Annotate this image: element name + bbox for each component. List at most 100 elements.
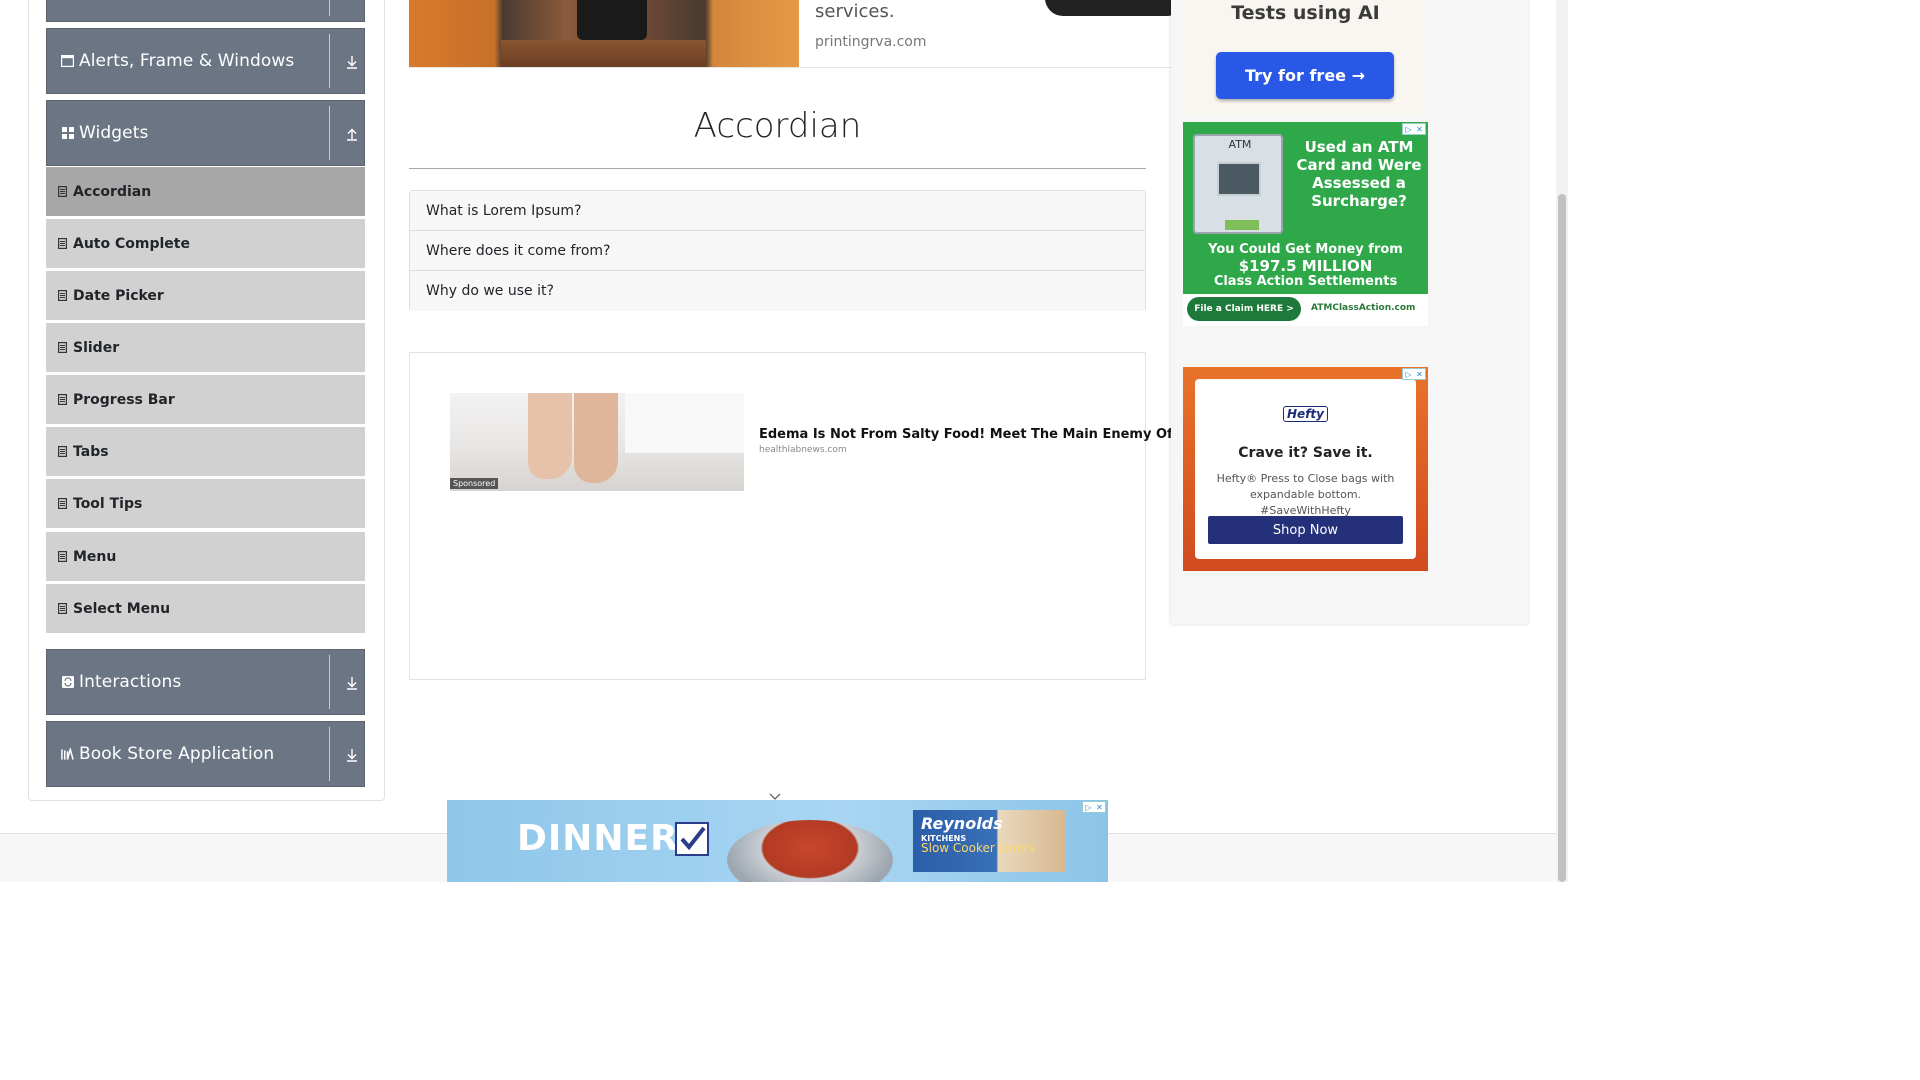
atm-label: ATM bbox=[1228, 138, 1252, 151]
sidebar-item-date-picker[interactable]: Date Picker bbox=[46, 270, 365, 320]
sidebar-item-select-menu[interactable]: Select Menu bbox=[46, 583, 365, 633]
close-icon[interactable]: ✕ bbox=[1414, 369, 1425, 379]
group-separator bbox=[329, 655, 330, 709]
product-name: Slow Cooker Liners bbox=[921, 841, 1035, 855]
adchoices-icon[interactable]: ▷ ✕ bbox=[1082, 801, 1106, 813]
sidebar-group-label: Alerts, Frame & Windows bbox=[79, 51, 295, 71]
ad-floor-graphic bbox=[501, 40, 706, 67]
ad-leg-graphic bbox=[574, 393, 618, 483]
atm-ad-money: You Could Get Money from $197.5 MILLION … bbox=[1183, 242, 1428, 290]
group-separator bbox=[329, 0, 330, 16]
atm-ad-site: ATMClassAction.com bbox=[1311, 303, 1416, 313]
try-for-free-button[interactable]: Try for free → bbox=[1216, 52, 1394, 99]
ad-wall-graphic bbox=[625, 393, 744, 453]
sidebar-item-accordian[interactable]: Accordian bbox=[46, 166, 365, 216]
ad-image bbox=[409, 0, 799, 67]
bottom-sticky-ad[interactable]: DINNER. Reynolds KITCHENS Slow Cooker Li… bbox=[447, 800, 1108, 882]
atm-ad-headline: Used an ATM Card and Were Assessed a Sur… bbox=[1296, 138, 1422, 210]
top-ad-banner[interactable]: services. printingrva.com bbox=[409, 0, 1171, 68]
close-icon[interactable]: ✕ bbox=[1414, 124, 1425, 134]
group-separator bbox=[329, 106, 330, 160]
ad-leg-graphic bbox=[528, 393, 572, 479]
list-doc-icon bbox=[58, 446, 67, 457]
sidebar-item-progress-bar[interactable]: Progress Bar bbox=[46, 374, 365, 424]
accordion-header-1[interactable]: What is Lorem Ipsum? bbox=[410, 191, 1145, 231]
sidebar-group-elements[interactable] bbox=[46, 0, 365, 22]
sidebar-group-widgets[interactable]: Widgets bbox=[46, 100, 365, 166]
ad-text: services. bbox=[815, 1, 895, 22]
sidebar-item-label: Select Menu bbox=[73, 600, 171, 617]
list-doc-icon bbox=[58, 186, 67, 197]
atm-money-amount: $197.5 MILLION bbox=[1238, 257, 1373, 275]
adchoices-icon[interactable]: ▷ ✕ bbox=[1402, 123, 1426, 135]
sidebar-group-label: Book Store Application bbox=[79, 744, 275, 764]
product-brand-name: Reynolds bbox=[921, 814, 1003, 833]
book-icon bbox=[61, 747, 74, 761]
sidebar-group-label: Widgets bbox=[79, 123, 149, 143]
list-doc-icon bbox=[58, 342, 67, 353]
sidebar-item-label: Menu bbox=[73, 548, 117, 565]
adchoices-play-icon: ▷ bbox=[1405, 370, 1412, 379]
download-arrow-icon[interactable] bbox=[345, 744, 359, 766]
native-ad-image bbox=[450, 393, 744, 491]
ai-testing-ad[interactable]: Tests using AI Try for free → bbox=[1183, 0, 1428, 115]
list-doc-icon bbox=[58, 238, 67, 249]
chevron-down-icon[interactable] bbox=[768, 786, 782, 800]
upload-arrow-icon[interactable] bbox=[345, 123, 359, 145]
sidebar-item-label: Slider bbox=[73, 339, 120, 356]
vertical-scrollbar[interactable] bbox=[1556, 0, 1568, 882]
checkbox-graphic-icon bbox=[675, 822, 709, 856]
file-claim-button[interactable]: File a Claim HERE > bbox=[1187, 297, 1301, 321]
sidebar-item-label: Progress Bar bbox=[73, 391, 175, 408]
accordion-header-3[interactable]: Why do we use it? bbox=[410, 271, 1145, 311]
ad-sign-graphic bbox=[577, 0, 647, 40]
native-ad[interactable]: Sponsored Edema Is Not From Salty Food! … bbox=[450, 393, 1227, 493]
download-arrow-icon[interactable] bbox=[345, 51, 359, 73]
sidebar-group-interactions[interactable]: Interactions bbox=[46, 649, 365, 715]
hefty-logo: Hefty bbox=[1195, 406, 1416, 422]
native-ad-domain: healthlabnews.com bbox=[759, 445, 847, 455]
sidebar-item-tool-tips[interactable]: Tool Tips bbox=[46, 478, 365, 528]
window-icon bbox=[61, 55, 74, 68]
hefty-ad-card: Hefty Crave it? Save it. Hefty® Press to… bbox=[1195, 379, 1416, 559]
ad-domain: printingrva.com bbox=[815, 34, 927, 50]
hefty-body: Hefty® Press to Close bags with expandab… bbox=[1216, 472, 1395, 517]
ad-cta-button[interactable] bbox=[1045, 0, 1171, 16]
slow-cooker-graphic bbox=[727, 820, 893, 882]
group-separator bbox=[329, 727, 330, 781]
sidebar-group-alerts[interactable]: Alerts, Frame & Windows bbox=[46, 28, 365, 94]
page-title: Accordian bbox=[693, 106, 862, 146]
sidebar-group-book-store[interactable]: Book Store Application bbox=[46, 721, 365, 787]
adchoices-play-icon: ▷ bbox=[1405, 125, 1412, 134]
sidebar-item-label: Date Picker bbox=[73, 287, 164, 304]
group-separator bbox=[329, 34, 330, 88]
atm-screen-graphic bbox=[1217, 162, 1261, 196]
sidebar-item-label: Tabs bbox=[73, 443, 109, 460]
sidebar-item-menu[interactable]: Menu bbox=[46, 531, 365, 581]
atm-class-action-ad[interactable]: ATM Used an ATM Card and Were Assessed a… bbox=[1183, 122, 1428, 326]
accordion-header-2[interactable]: Where does it come from? bbox=[410, 231, 1145, 271]
ai-ad-title: Tests using AI bbox=[1231, 2, 1380, 24]
scrollbar-thumb[interactable] bbox=[1558, 194, 1566, 882]
native-ad-headline[interactable]: Edema Is Not From Salty Food! Meet The M… bbox=[759, 427, 1227, 442]
list-doc-icon bbox=[58, 603, 67, 614]
adchoices-icon[interactable]: ▷ ✕ bbox=[1402, 368, 1426, 380]
sidebar-item-tabs[interactable]: Tabs bbox=[46, 426, 365, 476]
list-doc-icon bbox=[58, 290, 67, 301]
close-icon[interactable]: ✕ bbox=[1094, 802, 1105, 812]
sidebar-item-auto-complete[interactable]: Auto Complete bbox=[46, 218, 365, 268]
sponsored-label: Sponsored bbox=[450, 478, 499, 489]
atm-cash-graphic bbox=[1225, 220, 1259, 230]
atm-machine-graphic: ATM bbox=[1193, 134, 1283, 234]
interactions-icon bbox=[61, 676, 74, 689]
sidebar-item-label: Auto Complete bbox=[73, 235, 190, 252]
adchoices-play-icon: ▷ bbox=[1085, 803, 1092, 812]
title-divider bbox=[409, 168, 1146, 169]
hefty-headline: Crave it? Save it. bbox=[1238, 445, 1373, 461]
hefty-ad[interactable]: Hefty Crave it? Save it. Hefty® Press to… bbox=[1183, 367, 1428, 571]
atm-money-line2: Class Action Settlements bbox=[1213, 274, 1398, 289]
shop-now-button[interactable]: Shop Now bbox=[1208, 516, 1403, 544]
download-arrow-icon[interactable] bbox=[345, 672, 359, 694]
hefty-logo-text: Hefty bbox=[1283, 406, 1328, 422]
sidebar-item-slider[interactable]: Slider bbox=[46, 322, 365, 372]
